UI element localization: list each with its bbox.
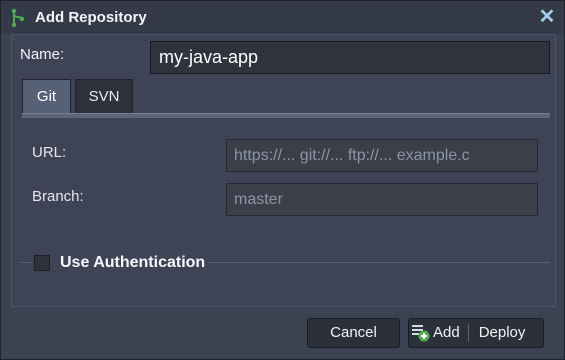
name-label: Name: [20,46,65,63]
dialog-title: Add Repository [35,9,147,26]
tab-strip [22,113,550,118]
tab-git[interactable]: Git [22,79,71,113]
branch-label: Branch: [32,188,84,205]
add-repository-dialog: Add Repository ✕ Name: my-java-app Git S… [0,0,565,360]
url-label: URL: [32,144,67,161]
git-branch-icon [11,8,25,28]
add-deploy-split-button: Add Deploy [408,318,544,348]
close-icon[interactable]: ✕ [538,7,556,27]
use-authentication-label[interactable]: Use Authentication [60,254,205,272]
url-input[interactable]: https://... git://... ftp://... example.… [226,139,538,172]
add-button[interactable]: Add [411,319,468,347]
add-deploy-icon [412,325,430,342]
auth-fieldset-legend: Use Authentication [31,252,209,274]
deploy-button[interactable]: Deploy [469,319,526,347]
name-input[interactable]: my-java-app [150,41,550,74]
branch-input[interactable]: master [226,183,538,216]
cancel-button[interactable]: Cancel [307,318,400,348]
use-authentication-checkbox[interactable] [34,255,50,271]
url-placeholder: https://... git://... ftp://... example.… [234,147,470,164]
branch-placeholder: master [234,191,283,208]
dialog-titlebar[interactable]: Add Repository ✕ [1,1,564,34]
tab-svn[interactable]: SVN [75,79,133,113]
add-button-label: Add [433,324,460,341]
